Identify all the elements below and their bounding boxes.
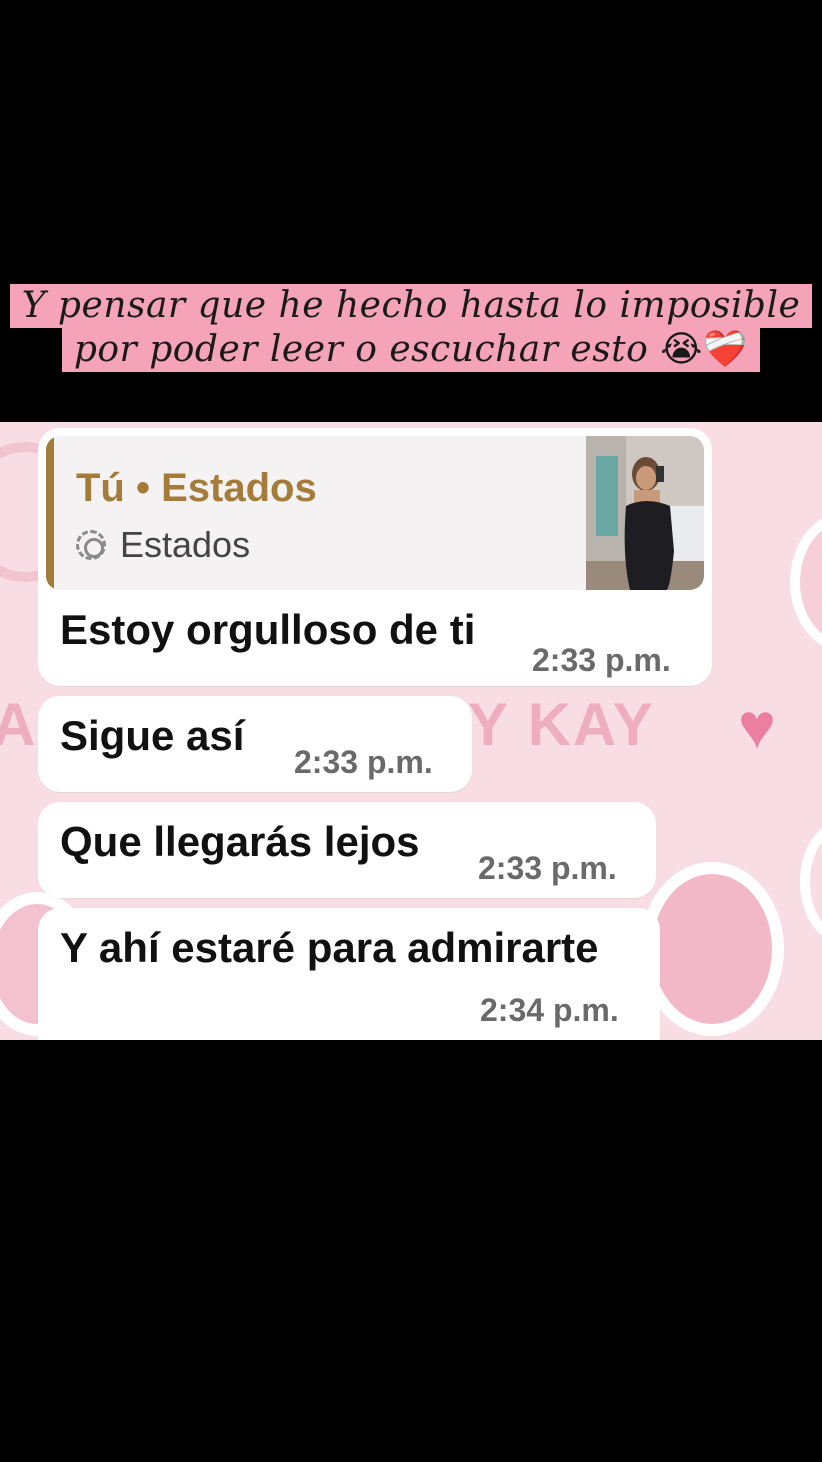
status-icon — [76, 530, 106, 560]
message-bubble[interactable]: Tú • Estados Estados Estoy orgulloso de … — [38, 428, 712, 686]
message-text: Sigue así — [60, 712, 245, 759]
message-time: 2:34 p.m. — [480, 992, 619, 1028]
wallpaper-shape — [640, 862, 784, 1036]
wallpaper-shape — [800, 822, 822, 942]
caption-overlay: Y pensar que he hecho hasta lo imposible… — [0, 284, 822, 372]
photo-thumbnail[interactable] — [586, 436, 704, 590]
message-bubble[interactable]: Sigue así 2:33 p.m. — [38, 696, 472, 792]
wallpaper-text-left: A — [0, 691, 38, 758]
wallpaper-heart-icon: ♥ — [738, 690, 776, 762]
wallpaper-shape — [790, 512, 822, 652]
message-text: Que llegarás lejos — [60, 818, 420, 865]
message-text: Estoy orgulloso de ti — [60, 606, 476, 653]
caption-line-1: Y pensar que he hecho hasta lo imposible — [9, 284, 813, 328]
crying-heart-emoji: 😭❤️‍🩹 — [660, 329, 749, 370]
chat-area[interactable]: A Y KAY ♥ Tú • Estados Estados Estoy org… — [0, 422, 822, 1040]
message-time: 2:33 p.m. — [532, 642, 671, 678]
message-time: 2:33 p.m. — [294, 744, 433, 780]
message-bubble[interactable]: Y ahí estaré para admirarte 2:34 p.m. — [38, 908, 660, 1040]
photo-thumbnail-image — [586, 436, 704, 590]
message-text: Y ahí estaré para admirarte — [60, 924, 599, 971]
message-time: 2:33 p.m. — [478, 850, 617, 886]
quote-accent-bar — [46, 436, 54, 590]
reply-quote[interactable]: Tú • Estados Estados — [46, 436, 704, 590]
quote-title: Tú • Estados — [76, 466, 317, 510]
wallpaper-text-right: Y KAY — [468, 691, 655, 758]
caption-line-2-text: por poder leer o escuchar esto — [73, 329, 649, 370]
message-bubble[interactable]: Que llegarás lejos 2:33 p.m. — [38, 802, 656, 898]
quote-subtitle: Estados — [76, 524, 250, 566]
caption-line-2: por poder leer o escuchar esto 😭❤️‍🩹 — [61, 328, 761, 372]
quote-subtitle-text: Estados — [120, 524, 251, 565]
